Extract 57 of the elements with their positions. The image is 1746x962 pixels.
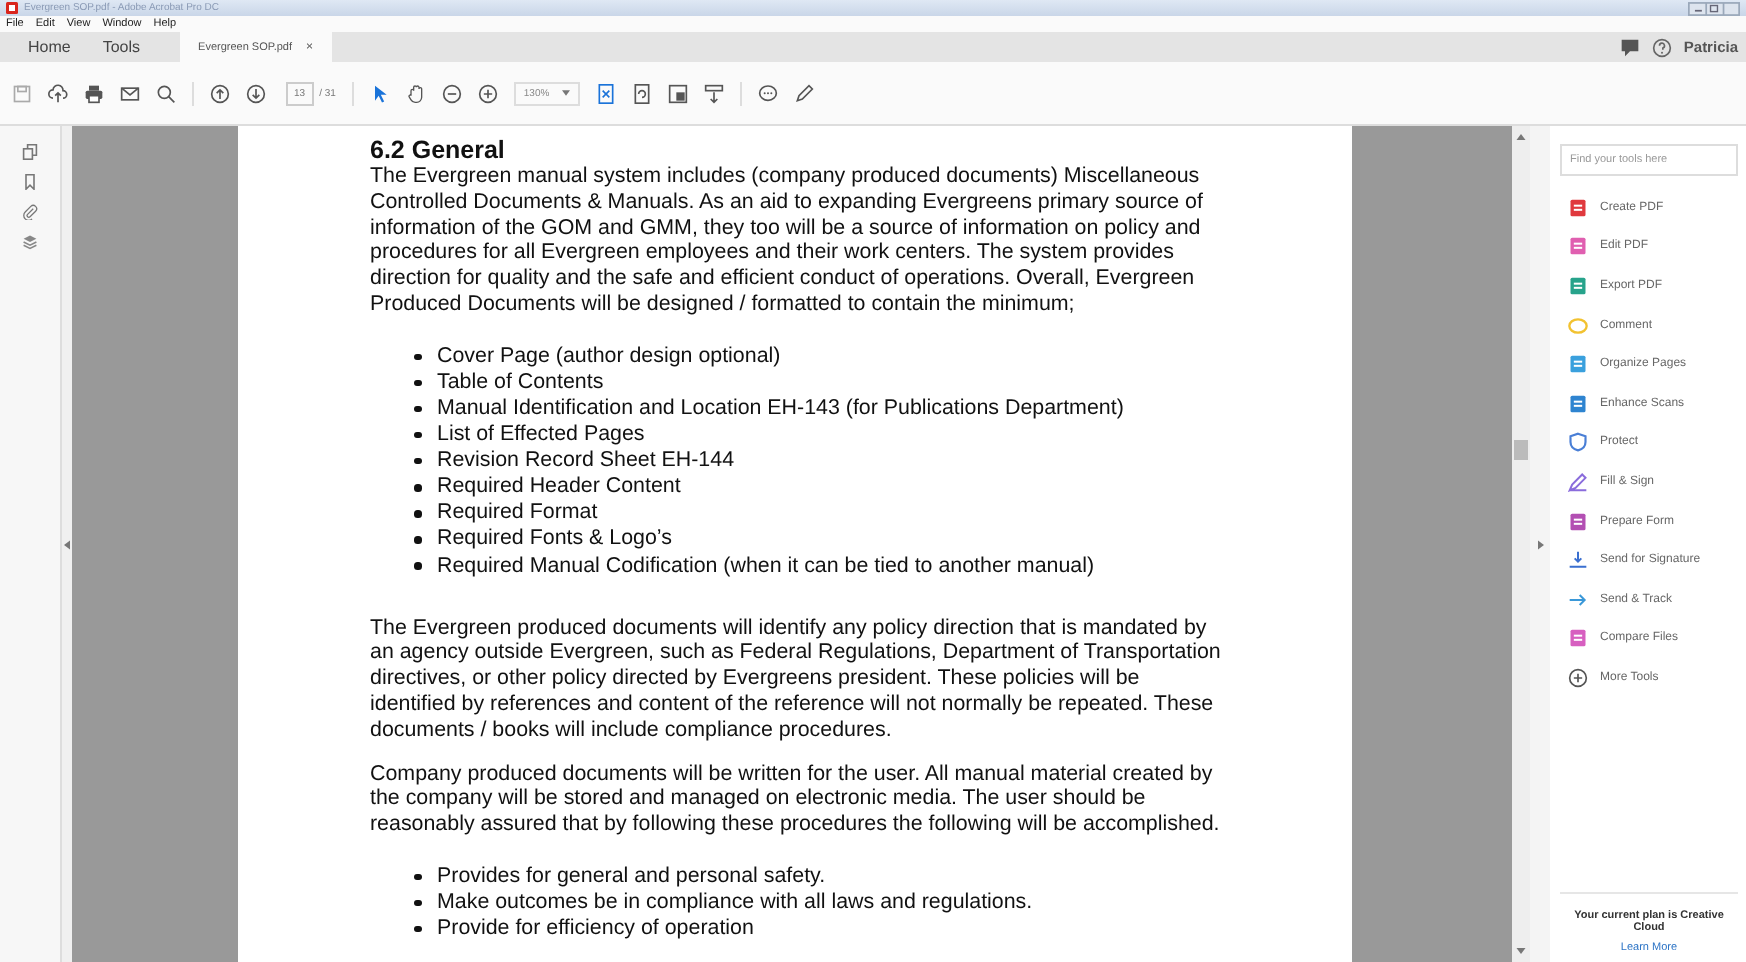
page-up-icon[interactable] bbox=[210, 83, 230, 103]
list-item: Required Header Content bbox=[437, 474, 681, 501]
list-item: Manual Identification and Location EH-143 (for Publications Department) bbox=[437, 395, 1124, 423]
caret-icon bbox=[561, 90, 570, 96]
list-item: Make outcomes be in compliance with all laws and regulations. bbox=[437, 890, 1033, 917]
print-icon[interactable] bbox=[84, 83, 104, 103]
paragraph: Company produced documents will be written for the user. All manual material created by the company will be stored and managed on electronic media. The user should be reasonably assured that by following these procedures the following will be accomplished. bbox=[370, 761, 1222, 838]
paragraph: The Evergreen manual system includes (company produced documents) Miscellaneous Controlled Documents & Manuals. As an aid to expanding Evergreens primary source of information of the GOM and GMM, they too will be a source of information on policy and procedures for all Evergreen employees and their work centers. The system provides direction for quality and the safe and efficient conduct of operations. Overall, Evergreen Produced Documents will be designed / formatted to contain the minimum; bbox=[370, 164, 1205, 318]
list-item: List of Effected Pages bbox=[437, 422, 645, 449]
bullet-icon bbox=[414, 510, 421, 518]
list-item: Table of Contents bbox=[437, 369, 604, 396]
full-screen-icon[interactable] bbox=[667, 83, 688, 103]
bullet-icon bbox=[414, 405, 421, 413]
bullet-icon bbox=[414, 925, 421, 933]
expand-right-icon[interactable] bbox=[1537, 539, 1543, 549]
nav-tab[interactable]: Home bbox=[12, 38, 87, 56]
list-item: Required Fonts & Logo’s bbox=[437, 526, 672, 554]
help-icon[interactable] bbox=[1651, 37, 1672, 57]
bullet-icon bbox=[414, 457, 421, 465]
section-heading: 6.2 General bbox=[370, 136, 507, 164]
bullet-icon bbox=[414, 562, 421, 570]
upload-icon[interactable] bbox=[48, 83, 68, 103]
paperclip-icon[interactable] bbox=[22, 204, 38, 220]
comment-icon[interactable] bbox=[1619, 37, 1640, 57]
bullet-icon bbox=[414, 899, 421, 907]
bullet-icon bbox=[414, 431, 421, 439]
page-scroll-icon[interactable] bbox=[703, 83, 724, 103]
list-item: Revision Record Sheet EH-144 bbox=[437, 448, 735, 475]
bullet-icon bbox=[414, 484, 421, 492]
paragraph: The Evergreen produced documents will identify any policy direction that is mandated by an agency outside Evergreen, such as Federal Regulations, Department of Transportation directives, or other policy directed by Evergreens president. These policies will be identified by references and content of the reference will not normally be repeated. These documents / books will include compliance procedures. bbox=[370, 615, 1223, 744]
bullet-icon bbox=[414, 873, 421, 881]
scroll-up-icon[interactable] bbox=[1516, 134, 1526, 140]
list-item: Provide for efficiency of operation bbox=[437, 916, 754, 943]
search-icon[interactable] bbox=[156, 83, 176, 103]
list-item: Required Format bbox=[437, 500, 598, 527]
bookmark-icon[interactable] bbox=[22, 174, 38, 190]
bullet-icon bbox=[414, 379, 421, 387]
comment-icon[interactable] bbox=[757, 83, 778, 103]
nav-tab[interactable]: Tools bbox=[86, 38, 157, 56]
page-down-icon[interactable] bbox=[246, 83, 266, 103]
pages-icon[interactable] bbox=[22, 144, 38, 160]
list-item: Required Manual Codification (when it can be tied to another manual) bbox=[437, 553, 1095, 580]
zoom-in-icon[interactable] bbox=[477, 83, 498, 103]
bullet-icon bbox=[414, 536, 421, 544]
list-item: Cover Page (author design optional) bbox=[437, 343, 781, 370]
layers-icon[interactable] bbox=[22, 234, 38, 250]
mail-icon[interactable] bbox=[120, 83, 140, 103]
bullet-icon bbox=[414, 353, 421, 361]
scrollbar[interactable] bbox=[1512, 126, 1530, 962]
list-item: Provides for general and personal safety. bbox=[437, 864, 826, 891]
pointer-icon[interactable] bbox=[369, 83, 390, 103]
hand-icon[interactable] bbox=[405, 83, 426, 103]
pen-icon[interactable] bbox=[793, 83, 814, 103]
zoom-out-icon[interactable] bbox=[441, 83, 462, 103]
scroll-down-icon[interactable] bbox=[1516, 948, 1526, 954]
window-controls-icon[interactable] bbox=[1688, 1, 1740, 15]
scroll-thumb[interactable] bbox=[1514, 440, 1528, 460]
